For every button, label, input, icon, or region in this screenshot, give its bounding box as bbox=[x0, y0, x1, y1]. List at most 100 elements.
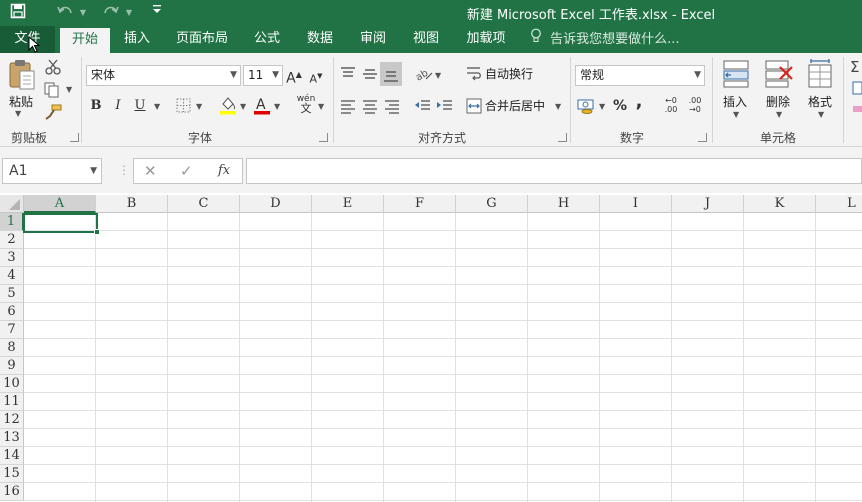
accounting-format-icon[interactable] bbox=[577, 97, 597, 118]
tell-me-box[interactable]: 告诉我您想要做什么... bbox=[530, 26, 680, 53]
merge-dropdown-icon[interactable]: ▼ bbox=[555, 102, 561, 111]
merge-center-button[interactable]: 合并后居中 bbox=[485, 95, 545, 117]
row-header-15[interactable]: 15 bbox=[0, 465, 24, 483]
borders-icon[interactable] bbox=[176, 98, 191, 116]
column-header-i[interactable]: I bbox=[600, 195, 672, 213]
copy-dropdown-icon[interactable]: ▼ bbox=[66, 85, 72, 94]
tab-view[interactable]: 视图 bbox=[404, 26, 448, 53]
cancel-icon[interactable]: ✕ bbox=[144, 162, 157, 180]
align-top-icon[interactable] bbox=[339, 65, 357, 86]
name-box[interactable]: A1 ▼ bbox=[2, 158, 102, 184]
autosum-icon[interactable]: Σ bbox=[850, 58, 859, 76]
delete-cells-button[interactable]: 删除 bbox=[766, 93, 790, 110]
font-launcher-icon[interactable] bbox=[319, 133, 328, 142]
tab-page-layout[interactable]: 页面布局 bbox=[168, 26, 236, 53]
worksheet-grid[interactable]: ABCDEFGHIJKL 1 2 3 4 5 6 7 8 9 10 11 12 13 14 15 16 bbox=[0, 195, 862, 502]
orientation-icon[interactable]: ab bbox=[414, 65, 434, 86]
fill-icon[interactable] bbox=[852, 81, 862, 98]
wrap-text-button[interactable]: 自动换行 bbox=[485, 63, 533, 85]
insert-cells-button[interactable]: 插入 bbox=[723, 93, 747, 110]
column-header-g[interactable]: G bbox=[456, 195, 528, 213]
phonetic-guide-button[interactable]: wén 文 bbox=[296, 94, 316, 115]
fill-color-dropdown-icon[interactable]: ▼ bbox=[240, 102, 246, 111]
merge-center-icon[interactable] bbox=[466, 98, 482, 117]
row-header-12[interactable]: 12 bbox=[0, 411, 24, 429]
percent-style-button[interactable]: % bbox=[612, 95, 628, 117]
shrink-font-button[interactable]: A▼ bbox=[308, 65, 324, 87]
number-launcher-icon[interactable] bbox=[698, 133, 707, 142]
alignment-launcher-icon[interactable] bbox=[558, 133, 567, 142]
insert-cells-icon[interactable] bbox=[722, 59, 750, 92]
row-header-7[interactable]: 7 bbox=[0, 321, 24, 339]
fill-color-icon[interactable] bbox=[219, 95, 237, 118]
borders-dropdown-icon[interactable]: ▼ bbox=[196, 102, 202, 111]
formula-input[interactable] bbox=[246, 158, 862, 184]
align-bottom-icon[interactable] bbox=[380, 62, 402, 86]
increase-decimal-button[interactable]: ←0 .00 bbox=[660, 96, 682, 114]
tab-addins[interactable]: 加载项 bbox=[458, 26, 514, 53]
row-header-9[interactable]: 9 bbox=[0, 357, 24, 375]
select-all-button[interactable] bbox=[0, 195, 24, 213]
tab-review[interactable]: 审阅 bbox=[351, 26, 395, 53]
number-format-select[interactable]: 常规 ▼ bbox=[575, 65, 705, 86]
insert-function-icon[interactable]: fx bbox=[218, 163, 230, 178]
row-header-5[interactable]: 5 bbox=[0, 285, 24, 303]
row-header-11[interactable]: 11 bbox=[0, 393, 24, 411]
accounting-dropdown-icon[interactable]: ▼ bbox=[599, 102, 605, 111]
row-header-6[interactable]: 6 bbox=[0, 303, 24, 321]
row-header-10[interactable]: 10 bbox=[0, 375, 24, 393]
clipboard-launcher-icon[interactable] bbox=[70, 133, 79, 142]
tab-formulas[interactable]: 公式 bbox=[246, 26, 288, 53]
paste-dropdown-icon[interactable]: ▼ bbox=[15, 109, 21, 118]
row-header-1[interactable]: 1 bbox=[0, 213, 24, 231]
column-header-j[interactable]: J bbox=[672, 195, 744, 213]
format-painter-icon[interactable] bbox=[44, 104, 62, 123]
row-header-2[interactable]: 2 bbox=[0, 231, 24, 249]
font-size-select[interactable]: 11 ▼ bbox=[243, 65, 283, 86]
column-header-b[interactable]: B bbox=[96, 195, 168, 213]
row-header-13[interactable]: 13 bbox=[0, 429, 24, 447]
align-right-icon[interactable] bbox=[383, 98, 401, 117]
format-cells-button[interactable]: 格式 bbox=[808, 93, 832, 110]
cut-icon[interactable] bbox=[44, 59, 62, 78]
underline-button[interactable]: U bbox=[132, 95, 148, 117]
align-left-icon[interactable] bbox=[339, 98, 357, 117]
paste-icon[interactable] bbox=[8, 59, 38, 94]
tab-home[interactable]: 开始 bbox=[60, 28, 110, 53]
insert-dropdown-icon[interactable]: ▼ bbox=[733, 110, 739, 119]
increase-indent-icon[interactable] bbox=[436, 98, 454, 117]
align-middle-icon[interactable] bbox=[361, 65, 379, 86]
row-header-3[interactable]: 3 bbox=[0, 249, 24, 267]
paste-button[interactable]: 粘贴 bbox=[9, 93, 33, 110]
font-color-dropdown-icon[interactable]: ▼ bbox=[274, 102, 280, 111]
comma-style-button[interactable]: , bbox=[632, 91, 646, 113]
font-name-select[interactable]: 宋体 ▼ bbox=[86, 65, 241, 86]
format-dropdown-icon[interactable]: ▼ bbox=[818, 110, 824, 119]
column-header-l[interactable]: L bbox=[816, 195, 862, 213]
column-header-k[interactable]: K bbox=[744, 195, 816, 213]
column-header-h[interactable]: H bbox=[528, 195, 600, 213]
row-header-14[interactable]: 14 bbox=[0, 447, 24, 465]
column-header-c[interactable]: C bbox=[168, 195, 240, 213]
bold-button[interactable]: B bbox=[88, 95, 104, 117]
grow-font-button[interactable]: A▲ bbox=[286, 64, 302, 87]
column-header-d[interactable]: D bbox=[240, 195, 312, 213]
fill-handle[interactable] bbox=[94, 229, 100, 235]
column-header-e[interactable]: E bbox=[312, 195, 384, 213]
italic-button[interactable]: I bbox=[110, 95, 126, 117]
wrap-text-icon[interactable] bbox=[466, 65, 482, 84]
orientation-dropdown-icon[interactable]: ▼ bbox=[435, 71, 441, 80]
underline-dropdown-icon[interactable]: ▼ bbox=[154, 102, 160, 111]
delete-dropdown-icon[interactable]: ▼ bbox=[776, 110, 782, 119]
decrease-indent-icon[interactable] bbox=[414, 98, 432, 117]
font-color-icon[interactable]: A bbox=[253, 95, 271, 118]
column-header-a[interactable]: A bbox=[24, 195, 96, 213]
column-header-f[interactable]: F bbox=[384, 195, 456, 213]
decrease-decimal-button[interactable]: .00 →0 bbox=[684, 96, 706, 114]
copy-icon[interactable] bbox=[44, 82, 60, 101]
row-header-16[interactable]: 16 bbox=[0, 483, 24, 501]
tab-data[interactable]: 数据 bbox=[298, 26, 342, 53]
row-header-4[interactable]: 4 bbox=[0, 267, 24, 285]
phonetic-dropdown-icon[interactable]: ▼ bbox=[318, 102, 324, 111]
enter-icon[interactable]: ✓ bbox=[180, 162, 193, 180]
